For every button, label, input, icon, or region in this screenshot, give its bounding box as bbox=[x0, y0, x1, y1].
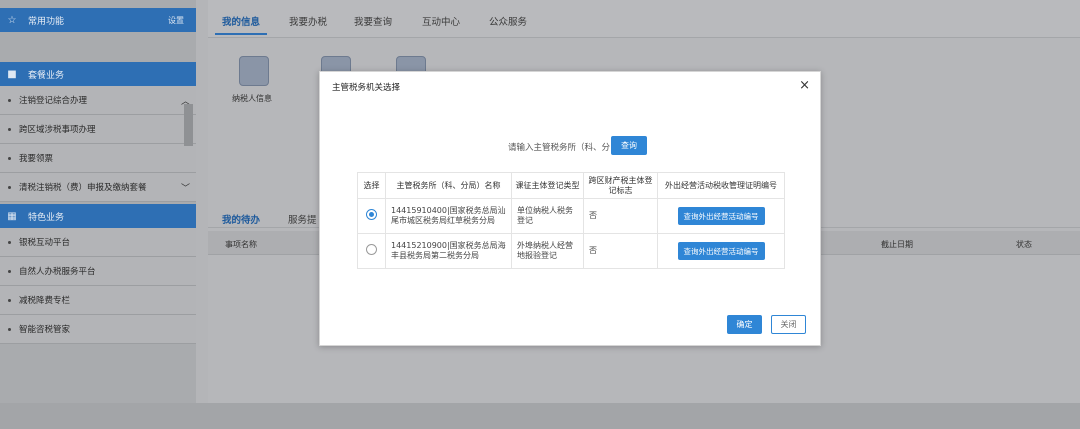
tab-interaction[interactable]: 互动中心 bbox=[422, 14, 460, 28]
sidebar-item-label: 清税注销税（费）申报及缴纳套餐 bbox=[19, 183, 147, 193]
tax-authority-dialog: 主管税务机关选择 × 请输入主管税务所（科、分 查询 选择 主管税务所（科、分局… bbox=[319, 71, 821, 346]
flag-cell: 否 bbox=[583, 233, 658, 269]
sidebar-item[interactable]: 银税互动平台 bbox=[0, 228, 196, 257]
sidebar-item[interactable]: 清税注销税（费）申报及缴纳套餐 ﹀ bbox=[0, 173, 196, 202]
confirm-button[interactable]: 确定 bbox=[727, 315, 762, 334]
search-button[interactable]: 查询 bbox=[611, 136, 647, 155]
sidebar-item[interactable]: 注销登记综合办理 ︿ bbox=[0, 86, 196, 115]
sidebar: ☆ 常用功能 设置 ■ 套餐业务 注销登记综合办理 ︿ 跨区域涉税事项办理 我要领… bbox=[0, 0, 196, 429]
tab-my-info[interactable]: 我的信息 bbox=[222, 14, 260, 28]
sidebar-item-label: 银税互动平台 bbox=[19, 238, 71, 248]
settings-link[interactable]: 设置 bbox=[168, 15, 184, 26]
dialog-title: 主管税务机关选择 bbox=[332, 83, 401, 93]
sidebar-header-features[interactable]: ▦ 特色业务 bbox=[0, 204, 196, 228]
action-cell: 查询外出经营活动编号 bbox=[657, 198, 785, 234]
tab-service-reminder[interactable]: 服务提 bbox=[288, 212, 317, 226]
column-header: 状态 bbox=[1016, 240, 1032, 249]
column-header: 主管税务所（科、分局）名称 bbox=[385, 172, 512, 199]
sidebar-item-label: 注销登记综合办理 bbox=[19, 96, 88, 106]
bullet-icon bbox=[8, 156, 11, 160]
query-certificate-button[interactable]: 查询外出经营活动编号 bbox=[677, 207, 765, 225]
close-icon[interactable]: × bbox=[799, 78, 810, 93]
bullet-icon bbox=[8, 185, 11, 189]
sidebar-list-features: 银税互动平台 自然人办税服务平台 减税降费专栏 智能咨税管家 bbox=[0, 228, 196, 344]
column-header: 跨区财产税主体登记标志 bbox=[583, 172, 658, 199]
sidebar-header-label: 套餐业务 bbox=[28, 70, 65, 81]
sidebar-header-label: 特色业务 bbox=[28, 212, 65, 223]
chevron-down-icon[interactable]: ﹀ bbox=[181, 181, 190, 194]
tab-tax-handling[interactable]: 我要办税 bbox=[289, 14, 327, 28]
app-label[interactable]: 纳税人信息 bbox=[232, 93, 272, 104]
tab-my-todo[interactable]: 我的待办 bbox=[222, 212, 260, 226]
footer-strip bbox=[0, 403, 1080, 429]
column-header: 课征主体登记类型 bbox=[511, 172, 584, 199]
column-header: 选择 bbox=[357, 172, 386, 199]
action-cell: 查询外出经营活动编号 bbox=[657, 233, 785, 269]
radio-unselected[interactable] bbox=[366, 244, 377, 255]
layers-icon: ■ bbox=[7, 68, 17, 80]
sidebar-item-label: 智能咨税管家 bbox=[19, 325, 71, 335]
registration-type-cell: 外埠纳税人经营地报验登记 bbox=[511, 233, 584, 269]
table-row[interactable]: 14415210900|国家税务总局海丰县税务局第二税务分局 外埠纳税人经营地报… bbox=[357, 233, 785, 269]
close-button[interactable]: 关闭 bbox=[771, 315, 806, 334]
table-row[interactable]: 14415910400|国家税务总局汕尾市城区税务局红草税务分局 单位纳税人税务… bbox=[357, 198, 785, 234]
sidebar-item-label: 自然人办税服务平台 bbox=[19, 267, 96, 277]
bullet-icon bbox=[8, 298, 11, 302]
sidebar-item-label: 我要领票 bbox=[19, 154, 54, 164]
tab-bar: 我的信息 我要办税 我要查询 互动中心 公众服务 bbox=[208, 0, 1080, 38]
bullet-icon bbox=[8, 127, 11, 131]
registration-type-cell: 单位纳税人税务登记 bbox=[511, 198, 584, 234]
sidebar-header-label: 常用功能 bbox=[28, 16, 65, 27]
select-cell[interactable] bbox=[357, 198, 386, 234]
bullet-icon bbox=[8, 240, 11, 244]
sidebar-item[interactable]: 我要领票 bbox=[0, 144, 196, 173]
office-cell: 14415910400|国家税务总局汕尾市城区税务局红草税务分局 bbox=[385, 198, 512, 234]
tax-office-table: 选择 主管税务所（科、分局）名称 课征主体登记类型 跨区财产税主体登记标志 外出… bbox=[357, 172, 785, 269]
active-tab-indicator bbox=[215, 33, 267, 35]
tab-query[interactable]: 我要查询 bbox=[354, 14, 392, 28]
office-cell: 14415210900|国家税务总局海丰县税务局第二税务分局 bbox=[385, 233, 512, 269]
sidebar-item-label: 减税降费专栏 bbox=[19, 296, 71, 306]
flag-cell: 否 bbox=[583, 198, 658, 234]
query-certificate-button[interactable]: 查询外出经营活动编号 bbox=[677, 242, 765, 260]
bullet-icon bbox=[8, 269, 11, 273]
radio-selected[interactable] bbox=[366, 209, 377, 220]
bullet-icon bbox=[8, 327, 11, 331]
sidebar-item[interactable]: 减税降费专栏 bbox=[0, 286, 196, 315]
search-label: 请输入主管税务所（科、分 bbox=[508, 143, 611, 153]
column-header: 外出经营活动税收管理证明编号 bbox=[657, 172, 785, 199]
sidebar-item-label: 跨区域涉税事项办理 bbox=[19, 125, 96, 135]
sidebar-list-packages: 注销登记综合办理 ︿ 跨区域涉税事项办理 我要领票 清税注销税（费）申报及缴纳套餐… bbox=[0, 86, 196, 202]
sidebar-item[interactable]: 跨区域涉税事项办理 bbox=[0, 115, 196, 144]
grid-icon: ▦ bbox=[7, 210, 17, 222]
sidebar-scrollbar[interactable] bbox=[184, 104, 193, 146]
table-header-row: 选择 主管税务所（科、分局）名称 课征主体登记类型 跨区财产税主体登记标志 外出… bbox=[357, 172, 785, 199]
select-cell[interactable] bbox=[357, 233, 386, 269]
sidebar-item[interactable]: 智能咨税管家 bbox=[0, 315, 196, 344]
tab-public-service[interactable]: 公众服务 bbox=[489, 14, 527, 28]
taxpayer-info-icon[interactable] bbox=[239, 56, 269, 86]
star-icon: ☆ bbox=[7, 14, 17, 26]
bullet-icon bbox=[8, 98, 11, 102]
column-header: 截止日期 bbox=[881, 240, 913, 249]
sidebar-header-packages[interactable]: ■ 套餐业务 bbox=[0, 62, 196, 86]
column-header: 事项名称 bbox=[225, 240, 257, 249]
sidebar-header-common[interactable]: ☆ 常用功能 设置 bbox=[0, 8, 196, 32]
sidebar-item[interactable]: 自然人办税服务平台 bbox=[0, 257, 196, 286]
